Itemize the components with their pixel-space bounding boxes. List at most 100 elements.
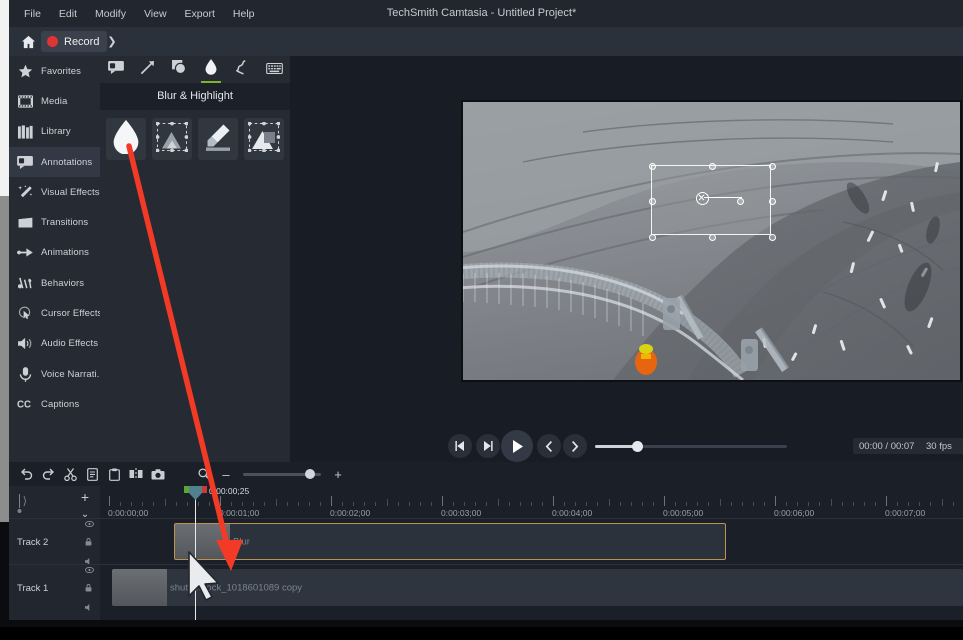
handle-top-center[interactable] [709, 162, 716, 170]
sidebar-item-transitions[interactable]: Transitions [9, 207, 100, 237]
menu-item-file[interactable]: File [15, 4, 50, 24]
annotation-thumb-spotlight[interactable] [244, 118, 284, 160]
next-clip-button[interactable] [563, 434, 587, 458]
playhead-grip[interactable] [184, 486, 207, 501]
volume-slider[interactable] [595, 441, 787, 452]
handle-bottom-center[interactable] [709, 234, 716, 241]
timeline-zoom-slider[interactable] [243, 468, 321, 479]
annotation-category-callouts[interactable] [100, 56, 132, 83]
sidebar-item-voice-narrati[interactable]: Voice Narrati... [9, 359, 105, 389]
handle-top-left[interactable] [648, 162, 656, 170]
home-icon[interactable] [18, 31, 39, 52]
split-button[interactable] [125, 463, 147, 485]
sidebar-item-cursor-effects[interactable]: Cursor Effects [9, 298, 102, 328]
sidebar-item-media[interactable]: Media [9, 86, 100, 116]
annotation-category-keystroke-callouts[interactable] [258, 56, 290, 83]
ruler-tick [131, 502, 133, 506]
ruler-tick [553, 496, 554, 506]
playhead[interactable]: 0:00:00;25 [184, 486, 249, 627]
annotation-category-sketch-motion[interactable] [227, 56, 259, 83]
volume-slider-knob[interactable] [632, 441, 643, 452]
blur-drop-icon [205, 59, 217, 80]
preview-canvas-area[interactable] [290, 56, 963, 430]
paste-button[interactable] [103, 463, 125, 485]
annotation-thumb-blur[interactable] [106, 118, 146, 160]
handle-rotate-end[interactable] [737, 197, 744, 205]
handle-middle-right[interactable] [769, 198, 776, 205]
menu-item-export[interactable]: Export [176, 4, 224, 24]
sidebar-item-animations[interactable]: Animations [9, 238, 100, 268]
sidebar-item-favorites[interactable]: Favorites [9, 56, 100, 86]
annotation-thumb-highlight[interactable] [198, 118, 238, 160]
lock-icon[interactable] [85, 533, 94, 551]
menu-item-edit[interactable]: Edit [50, 4, 86, 24]
menu-item-modify[interactable]: Modify [86, 4, 135, 24]
play-button[interactable] [501, 430, 533, 462]
blur-selection-box[interactable] [648, 162, 776, 241]
lock-icon[interactable] [85, 579, 94, 597]
ruler-label: 0:00:04;00 [552, 508, 593, 518]
sidebar-item-behaviors[interactable]: Behaviors [9, 268, 100, 298]
magnifier-icon[interactable] [193, 463, 215, 485]
sidebar-item-library[interactable]: Library [9, 117, 100, 147]
menu-item-view[interactable]: View [135, 4, 176, 24]
annotation-category-arrows[interactable] [132, 56, 164, 83]
previous-clip-button[interactable] [537, 434, 561, 458]
record-button[interactable]: Record [41, 31, 108, 52]
zoom-out-button[interactable]: – [215, 463, 237, 485]
handle-middle-left[interactable] [648, 198, 656, 205]
menu-item-help[interactable]: Help [224, 4, 264, 24]
ruler-tick [697, 502, 699, 506]
sidebar-item-label: Annotations [41, 156, 93, 168]
annotation-category-shapes[interactable] [163, 56, 195, 83]
record-dot-icon [47, 36, 58, 47]
ruler-tick [852, 502, 854, 506]
ruler-tick [930, 502, 932, 506]
add-track-button[interactable]: + [74, 488, 96, 506]
undo-button[interactable] [15, 463, 37, 485]
timeline-clip[interactable]: Blur [174, 523, 726, 560]
zoom-in-button[interactable]: + [327, 463, 349, 485]
previous-frame-button[interactable] [448, 434, 472, 458]
ruler-tick [708, 502, 710, 506]
handle-bottom-right[interactable] [769, 234, 776, 241]
redo-button[interactable] [37, 463, 59, 485]
shapes-icon [171, 60, 187, 79]
cc-icon: CC [17, 396, 33, 412]
handle-top-right[interactable] [769, 162, 776, 170]
window-left-edge-light [0, 0, 9, 196]
cut-button[interactable] [59, 463, 81, 485]
ruler-tick [797, 502, 799, 506]
ruler-tick [120, 502, 122, 506]
timeline-clip[interactable]: shutterstock_1018601089 copy [112, 569, 963, 606]
annotation-thumbnail-grid [100, 110, 290, 168]
track-header[interactable]: Track 1 [9, 565, 100, 611]
sidebar-item-label: Library [41, 126, 71, 138]
annotation-thumb-pixelate[interactable] [152, 118, 192, 160]
ruler-tick [264, 502, 266, 506]
track-header[interactable]: Track 2 [9, 519, 100, 565]
timeline-toolbar: – + [9, 462, 963, 486]
mute-icon[interactable] [85, 598, 94, 616]
ruler-tick [719, 499, 721, 506]
timeline-zoom-knob[interactable] [305, 468, 315, 479]
copy-button[interactable] [81, 463, 103, 485]
ruler-tick [730, 502, 732, 506]
sidebar-item-visual-effects[interactable]: Visual Effects [9, 177, 100, 207]
sidebar-item-captions[interactable]: CC Captions [9, 389, 100, 419]
record-options-chevron-icon[interactable]: ❯ [104, 31, 120, 52]
rotation-handle-icon[interactable] [696, 192, 709, 205]
sidebar-item-annotations[interactable]: Annotations [9, 146, 100, 178]
eye-icon[interactable] [85, 514, 94, 532]
video-preview[interactable] [461, 100, 962, 382]
eye-icon[interactable] [85, 560, 94, 578]
handle-bottom-left[interactable] [648, 234, 656, 241]
sidebar-item-audio-effects[interactable]: Audio Effects [9, 329, 100, 359]
snapshot-button[interactable] [147, 463, 169, 485]
ruler-label: 0:00:03;00 [441, 508, 482, 518]
next-frame-button[interactable] [476, 434, 500, 458]
ruler-tick [775, 496, 776, 506]
ruler-tick [197, 502, 199, 506]
ruler-tick [686, 502, 688, 506]
annotation-category-blur-and-highlight[interactable] [195, 56, 227, 83]
